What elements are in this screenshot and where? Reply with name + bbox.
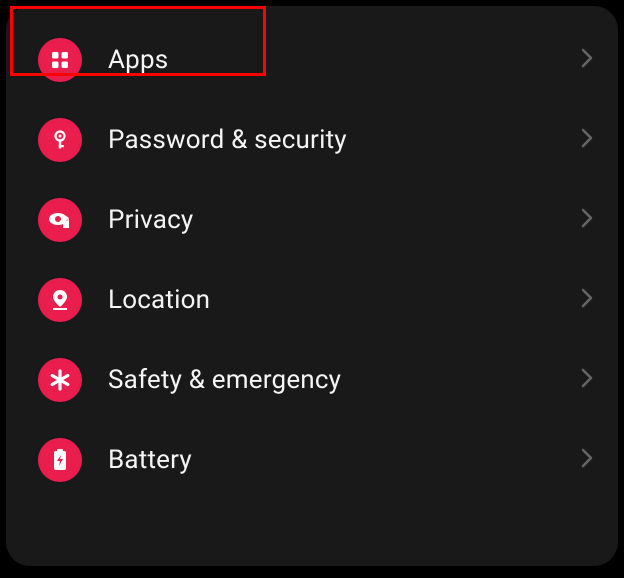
settings-item-apps[interactable]: Apps — [6, 20, 618, 100]
settings-item-label: Apps — [108, 45, 580, 75]
chevron-right-icon — [580, 447, 594, 473]
chevron-right-icon — [580, 367, 594, 393]
settings-item-safety-emergency[interactable]: Safety & emergency — [6, 340, 618, 420]
chevron-right-icon — [580, 127, 594, 153]
asterisk-icon — [38, 358, 82, 402]
settings-item-password-security[interactable]: Password & security — [6, 100, 618, 180]
settings-item-label: Safety & emergency — [108, 365, 580, 395]
settings-item-label: Battery — [108, 445, 580, 475]
settings-item-label: Privacy — [108, 205, 580, 235]
battery-icon — [38, 438, 82, 482]
settings-panel: Apps Password & security — [6, 6, 618, 566]
key-icon — [38, 118, 82, 162]
chevron-right-icon — [580, 207, 594, 233]
settings-item-location[interactable]: Location — [6, 260, 618, 340]
chevron-right-icon — [580, 287, 594, 313]
settings-item-label: Location — [108, 285, 580, 315]
privacy-icon — [38, 198, 82, 242]
location-icon — [38, 278, 82, 322]
settings-item-privacy[interactable]: Privacy — [6, 180, 618, 260]
settings-item-label: Password & security — [108, 125, 580, 155]
settings-item-battery[interactable]: Battery — [6, 420, 618, 500]
chevron-right-icon — [580, 47, 594, 73]
apps-icon — [38, 38, 82, 82]
